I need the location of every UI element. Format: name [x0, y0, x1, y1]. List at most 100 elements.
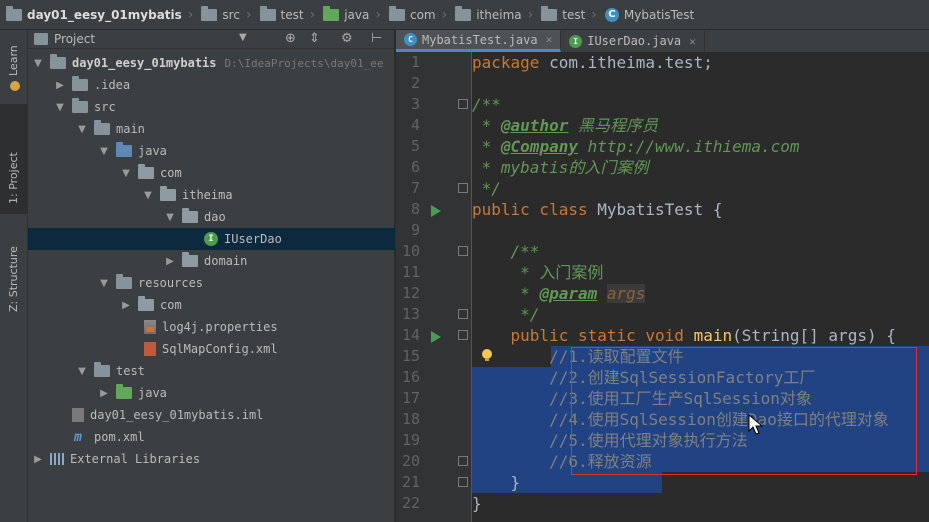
tree-item-sqlmapconfig[interactable]: SqlMapConfig.xml	[28, 338, 395, 360]
locate-icon[interactable]: ⊕	[285, 31, 296, 46]
chevron-right-icon[interactable]: ▶	[54, 80, 66, 91]
maven-icon: m	[74, 429, 82, 445]
line-number: 19	[401, 431, 420, 449]
folder-icon	[72, 76, 88, 91]
lightbulb-icon[interactable]	[480, 348, 494, 362]
run-class-icon[interactable]	[431, 205, 441, 217]
code-line-13: */	[472, 305, 540, 324]
tree-item-project-root[interactable]: ▼ day01_eesy_01mybatis D:\IdeaProjects\d…	[28, 52, 395, 74]
tree-item-dao[interactable]: ▼ dao	[28, 206, 395, 228]
breadcrumb-item-java[interactable]: java	[317, 0, 373, 29]
tree-item-idea[interactable]: ▶ .idea	[28, 74, 395, 96]
close-icon[interactable]: ✕	[689, 35, 696, 48]
tree-item-iml[interactable]: day01_eesy_01mybatis.iml	[28, 404, 395, 426]
breadcrumb-separator: ›	[375, 6, 381, 23]
breadcrumb-item-src[interactable]: src	[195, 0, 244, 29]
collapse-all-icon[interactable]: ⇕	[309, 31, 320, 46]
tree-item-log4j[interactable]: log4j.properties	[28, 316, 395, 338]
close-icon[interactable]: ✕	[546, 33, 553, 46]
fold-marker-icon[interactable]	[458, 246, 468, 256]
breadcrumb-separator: ›	[187, 6, 194, 23]
learn-tool-tab[interactable]: Learn	[0, 36, 28, 98]
resources-folder-icon	[116, 274, 132, 289]
line-number: 16	[401, 368, 420, 386]
chevron-down-icon[interactable]: ▼	[239, 32, 247, 43]
breadcrumb-item-mybatistest[interactable]: C MybatisTest	[599, 0, 698, 29]
gear-icon[interactable]: ⚙	[341, 31, 353, 46]
highlight-annotation-box	[571, 347, 917, 475]
chevron-right-icon[interactable]: ▶	[32, 454, 44, 465]
tree-item-test-java[interactable]: ▶ java	[28, 382, 395, 404]
folder-icon	[201, 5, 218, 21]
breadcrumb-item-itheima[interactable]: itheima	[449, 0, 525, 29]
project-panel-header: Project ▼ ⊕ ⇕ ⚙ ⊢	[28, 30, 394, 49]
xml-file-icon	[144, 342, 156, 356]
breadcrumb-item-test-package[interactable]: test	[535, 0, 589, 29]
tree-item-pom[interactable]: m pom.xml	[28, 426, 395, 448]
tree-item-com[interactable]: ▼ com	[28, 162, 395, 184]
project-tool-tab[interactable]: 1: Project	[0, 104, 28, 214]
tab-mybatistest[interactable]: C MybatisTest.java ✕	[396, 30, 562, 52]
tree-item-domain[interactable]: ▶ domain	[28, 250, 395, 272]
class-icon: C	[604, 7, 619, 22]
chevron-down-icon[interactable]: ▼	[32, 58, 44, 69]
breadcrumb-item-project[interactable]: day01_eesy_01mybatis	[0, 0, 186, 29]
fold-marker-icon[interactable]	[458, 456, 468, 466]
chevron-down-icon[interactable]: ▼	[98, 278, 110, 289]
fold-marker-icon[interactable]	[458, 309, 468, 319]
code-line-6: * mybatis的入门案例	[472, 158, 649, 177]
code-line-14: public static void main(String[] args) {	[472, 326, 896, 345]
line-number: 20	[401, 452, 420, 470]
tree-item-iuserdao[interactable]: I IUserDao	[28, 228, 395, 250]
code-line-12: * @param args	[472, 284, 646, 303]
chevron-right-icon[interactable]: ▶	[120, 300, 132, 311]
chevron-down-icon[interactable]: ▼	[142, 190, 154, 201]
test-folder-icon	[94, 362, 110, 377]
breadcrumb-item-com[interactable]: com	[383, 0, 440, 29]
code-line-8: public class MybatisTest {	[472, 200, 723, 219]
fold-marker-icon[interactable]	[458, 477, 468, 487]
chevron-right-icon[interactable]: ▶	[164, 256, 176, 267]
tree-item-main-java[interactable]: ▼ java	[28, 140, 395, 162]
hide-panel-icon[interactable]: ⊢	[371, 31, 382, 46]
tab-iuserdao[interactable]: I IUserDao.java ✕	[561, 30, 705, 52]
line-number: 21	[401, 473, 420, 491]
chevron-down-icon[interactable]: ▼	[164, 212, 176, 223]
chevron-down-icon[interactable]: ▼	[98, 146, 110, 157]
tree-item-external-libraries[interactable]: ▶ External Libraries	[28, 448, 395, 470]
source-folder-icon	[323, 5, 340, 21]
package-icon	[388, 5, 405, 21]
tree-item-test[interactable]: ▼ test	[28, 360, 395, 382]
chevron-down-icon[interactable]: ▼	[54, 102, 66, 113]
breadcrumb-separator: ›	[591, 6, 597, 23]
tree-item-main[interactable]: ▼ main	[28, 118, 395, 140]
line-number: 13	[401, 305, 420, 323]
line-number: 18	[401, 410, 420, 428]
tree-item-src[interactable]: ▼ src	[28, 96, 395, 118]
folder-icon	[72, 98, 88, 113]
editor-tab-bar: C MybatisTest.java ✕ I IUserDao.java ✕	[396, 30, 929, 52]
line-number: 15	[401, 347, 420, 365]
code-line-22: }	[472, 494, 482, 513]
learn-icon	[10, 81, 20, 91]
line-number: 14	[401, 326, 420, 344]
run-main-icon[interactable]	[431, 331, 441, 343]
structure-tool-tab[interactable]: Z: Structure	[0, 220, 28, 320]
tree-item-resources[interactable]: ▼ resources	[28, 272, 395, 294]
line-number: 12	[401, 284, 420, 302]
fold-marker-icon[interactable]	[458, 183, 468, 193]
line-number: 3	[410, 95, 420, 113]
chevron-right-icon[interactable]: ▶	[98, 388, 110, 399]
code-line-5: * @Company http://www.ithiema.com	[472, 137, 800, 156]
editor-gutter[interactable]: 1 2 3 4 5 6 7 8 9 10 11 12 13 14 15 16 1…	[396, 52, 472, 522]
tree-item-itheima[interactable]: ▼ itheima	[28, 184, 395, 206]
chevron-down-icon[interactable]: ▼	[120, 168, 132, 179]
class-icon: C	[404, 33, 417, 46]
fold-marker-icon[interactable]	[458, 99, 468, 109]
fold-marker-icon[interactable]	[458, 330, 468, 340]
chevron-down-icon[interactable]: ▼	[76, 366, 88, 377]
chevron-down-icon[interactable]: ▼	[76, 124, 88, 135]
tree-item-resources-com[interactable]: ▶ com	[28, 294, 395, 316]
breadcrumb-item-test[interactable]: test	[254, 0, 308, 29]
project-view-selector[interactable]: Project	[54, 32, 95, 46]
